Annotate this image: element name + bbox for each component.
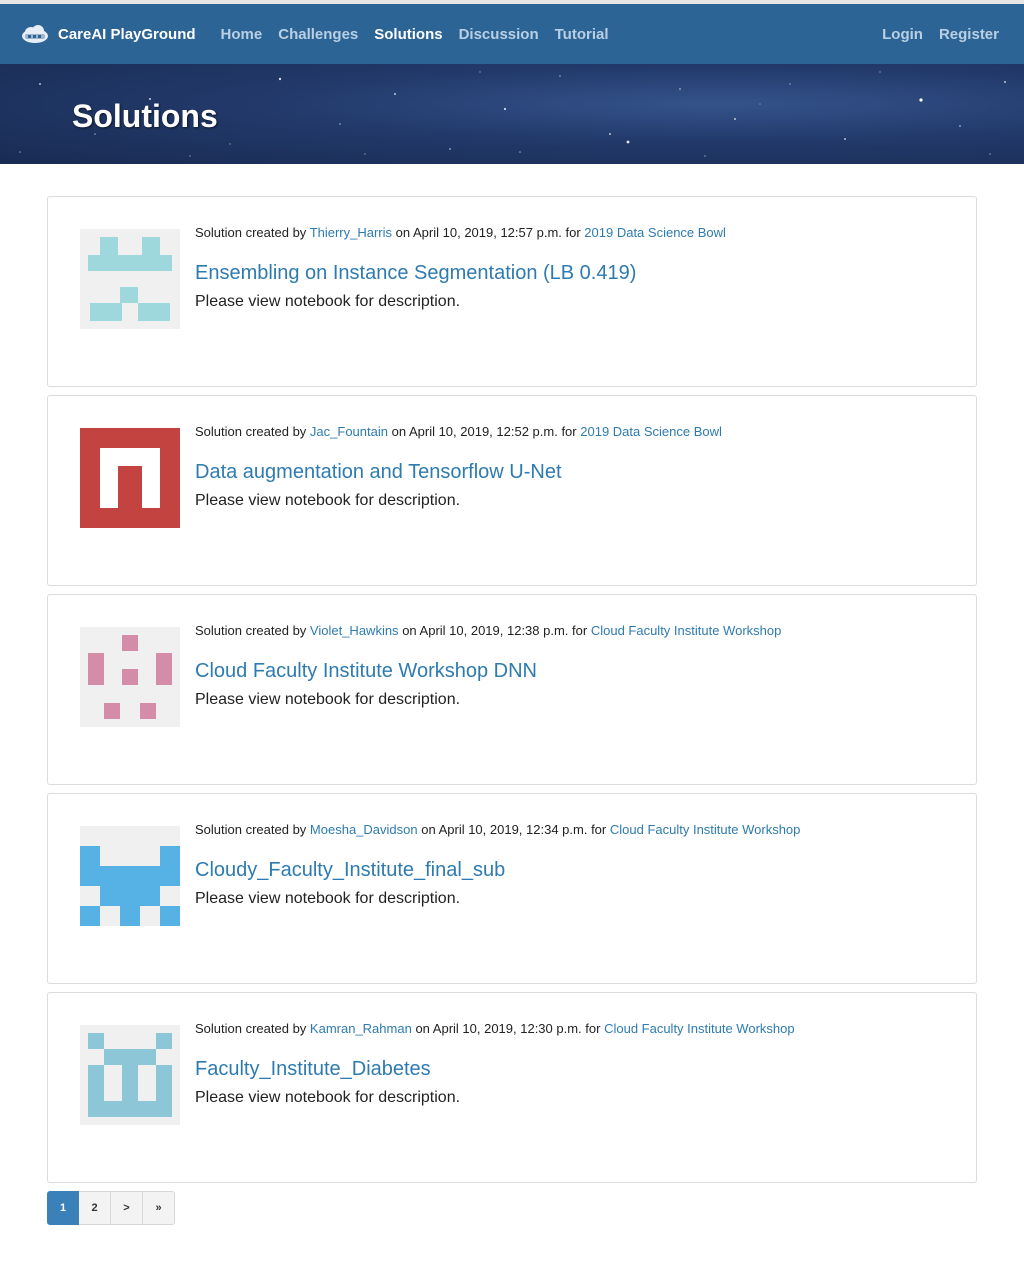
avatar[interactable] <box>80 627 180 727</box>
register-link[interactable]: Register <box>939 26 999 43</box>
solution-meta: Solution created by Thierry_Harris on Ap… <box>195 225 956 240</box>
next-page-button[interactable]: > <box>111 1191 143 1225</box>
solution-body: Solution created by Moesha_Davidson on A… <box>195 822 956 908</box>
solution-description: Please view notebook for description. <box>195 492 461 509</box>
author-link[interactable]: Jac_Fountain <box>310 424 388 439</box>
challenge-link[interactable]: Cloud Faculty Institute Workshop <box>591 623 782 638</box>
meta-prefix: Solution created by <box>195 623 307 638</box>
solution-description: Please view notebook for description. <box>195 890 461 907</box>
avatar[interactable] <box>80 1025 180 1125</box>
solution-description: Please view notebook for description. <box>195 1089 461 1106</box>
meta-date: on April 10, 2019, 12:30 p.m. for <box>415 1021 601 1036</box>
page-1-button[interactable]: 1 <box>47 1191 79 1225</box>
solution-body: Solution created by Kamran_Rahman on Apr… <box>195 1021 956 1107</box>
pagination: 1 2 > » <box>47 1191 977 1225</box>
solution-title-link[interactable]: Cloudy_Faculty_Institute_final_sub <box>195 859 956 882</box>
brand-name: CareAI PlayGround <box>58 25 196 43</box>
meta-prefix: Solution created by <box>195 424 307 439</box>
nav-challenges[interactable]: Challenges <box>278 26 358 43</box>
cloud-logo-icon <box>22 25 48 43</box>
solution-card: Solution created by Thierry_Harris on Ap… <box>47 196 977 387</box>
solution-meta: Solution created by Violet_Hawkins on Ap… <box>195 623 956 638</box>
solution-title-link[interactable]: Data augmentation and Tensorflow U-Net <box>195 461 956 484</box>
nav-home[interactable]: Home <box>221 26 263 43</box>
meta-date: on April 10, 2019, 12:38 p.m. for <box>402 623 588 638</box>
solution-card: Solution created by Jac_Fountain on Apri… <box>47 395 977 586</box>
solution-description: Please view notebook for description. <box>195 293 461 310</box>
solution-card: Solution created by Kamran_Rahman on Apr… <box>47 992 977 1183</box>
brand-link[interactable]: CareAI PlayGround <box>20 23 196 45</box>
author-link[interactable]: Moesha_Davidson <box>310 822 418 837</box>
avatar[interactable] <box>80 826 180 926</box>
solution-body: Solution created by Jac_Fountain on Apri… <box>195 424 956 510</box>
nav-discussion[interactable]: Discussion <box>459 26 539 43</box>
author-link[interactable]: Kamran_Rahman <box>310 1021 412 1036</box>
meta-prefix: Solution created by <box>195 225 307 240</box>
page-2-button[interactable]: 2 <box>79 1191 111 1225</box>
meta-date: on April 10, 2019, 12:52 p.m. for <box>391 424 577 439</box>
solution-description: Please view notebook for description. <box>195 691 461 708</box>
avatar[interactable] <box>80 229 180 329</box>
meta-date: on April 10, 2019, 12:57 p.m. for <box>395 225 581 240</box>
navbar: CareAI PlayGround Home Challenges Soluti… <box>0 4 1024 64</box>
solution-title-link[interactable]: Ensembling on Instance Segmentation (LB … <box>195 262 956 285</box>
solution-meta: Solution created by Kamran_Rahman on Apr… <box>195 1021 956 1036</box>
avatar[interactable] <box>80 428 180 528</box>
solution-title-link[interactable]: Faculty_Institute_Diabetes <box>195 1058 956 1081</box>
author-link[interactable]: Thierry_Harris <box>310 225 392 240</box>
nav-links: Home Challenges Solutions Discussion Tut… <box>221 26 609 43</box>
login-link[interactable]: Login <box>882 26 923 43</box>
challenge-link[interactable]: Cloud Faculty Institute Workshop <box>604 1021 795 1036</box>
challenge-link[interactable]: 2019 Data Science Bowl <box>580 424 722 439</box>
solution-card: Solution created by Moesha_Davidson on A… <box>47 793 977 984</box>
solution-body: Solution created by Thierry_Harris on Ap… <box>195 225 956 311</box>
page-title: Solutions <box>72 98 218 134</box>
auth-links: Login Register <box>882 4 999 64</box>
solution-title-link[interactable]: Cloud Faculty Institute Workshop DNN <box>195 660 956 683</box>
challenge-link[interactable]: Cloud Faculty Institute Workshop <box>610 822 801 837</box>
solutions-list: Solution created by Thierry_Harris on Ap… <box>0 164 1024 1225</box>
author-link[interactable]: Violet_Hawkins <box>310 623 399 638</box>
meta-date: on April 10, 2019, 12:34 p.m. for <box>421 822 607 837</box>
solution-meta: Solution created by Jac_Fountain on Apri… <box>195 424 956 439</box>
nav-tutorial[interactable]: Tutorial <box>555 26 609 43</box>
nav-solutions[interactable]: Solutions <box>374 26 442 43</box>
solution-card: Solution created by Violet_Hawkins on Ap… <box>47 594 977 785</box>
solution-body: Solution created by Violet_Hawkins on Ap… <box>195 623 956 709</box>
meta-prefix: Solution created by <box>195 1021 307 1036</box>
page-banner: Solutions <box>0 64 1024 164</box>
last-page-button[interactable]: » <box>143 1191 175 1225</box>
challenge-link[interactable]: 2019 Data Science Bowl <box>584 225 726 240</box>
solution-meta: Solution created by Moesha_Davidson on A… <box>195 822 956 837</box>
meta-prefix: Solution created by <box>195 822 307 837</box>
